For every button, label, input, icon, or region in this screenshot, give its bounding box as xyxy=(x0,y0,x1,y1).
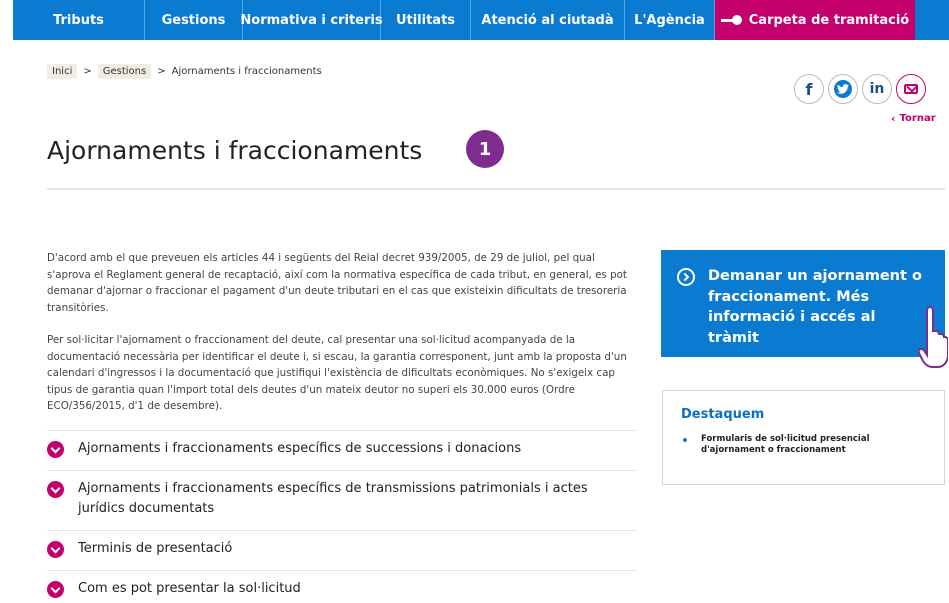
nav-label: Normativa i criteris xyxy=(240,12,383,28)
accordion-label: Ajornaments i fraccionaments específics … xyxy=(78,481,588,516)
nav-label: Tributs xyxy=(53,12,104,28)
nav-item-carpeta[interactable]: Carpeta de tramitació xyxy=(715,0,915,40)
nav-item-utilitats[interactable]: Utilitats xyxy=(381,0,471,40)
nav-label: Carpeta de tramitació xyxy=(748,12,910,28)
accordion-item-com-presentar[interactable]: Com es pot presentar la sol·licitud xyxy=(47,570,637,603)
chevron-right-circle-icon xyxy=(677,268,695,286)
chevron-left-icon: ‹ xyxy=(891,112,896,125)
breadcrumb: Inici > Gestions > Ajornaments i fraccio… xyxy=(47,64,322,79)
breadcrumb-separator: > xyxy=(83,66,92,77)
nav-item-agencia[interactable]: L'Agència xyxy=(625,0,715,40)
back-link-label: Tornar xyxy=(899,113,936,124)
twitter-bird-glyph xyxy=(837,84,849,94)
nav-item-tributs[interactable]: Tributs xyxy=(13,0,145,40)
accordion-label: Terminis de presentació xyxy=(78,541,233,556)
breadcrumb-separator: > xyxy=(157,66,166,77)
nav-label: L'Agència xyxy=(634,12,705,28)
social-share: f in xyxy=(794,74,926,104)
email-share-button[interactable] xyxy=(896,74,926,104)
twitter-icon xyxy=(834,80,852,98)
highlights-title: Destaquem xyxy=(681,407,765,422)
nav-item-normativa[interactable]: Normativa i criteris xyxy=(240,0,383,40)
nav-item-gestions[interactable]: Gestions xyxy=(145,0,243,40)
main-nav: Tributs Gestions Normativa i criteris Ut… xyxy=(13,0,949,40)
step-badge: 1 xyxy=(466,130,504,168)
page-title: Ajornaments i fraccionaments xyxy=(47,136,423,165)
linkedin-share-button[interactable]: in xyxy=(862,74,892,104)
accordion-item-terminis[interactable]: Terminis de presentació xyxy=(47,530,637,570)
requirements-paragraph: Per sol·licitar l'ajornament o fracciona… xyxy=(47,334,627,412)
accordion-label: Com es pot presentar la sol·licitud xyxy=(78,581,301,596)
nav-label: Gestions xyxy=(161,12,226,28)
accordion: Ajornaments i fraccionaments específics … xyxy=(47,430,637,603)
nav-label: Utilitats xyxy=(395,12,456,28)
facebook-icon: f xyxy=(805,79,813,99)
twitter-share-button[interactable] xyxy=(828,74,858,104)
breadcrumb-home[interactable]: Inici xyxy=(47,64,78,79)
facebook-share-button[interactable]: f xyxy=(794,74,824,104)
cta-label: Demanar un ajornament o fraccionament. M… xyxy=(708,268,922,346)
highlights-item[interactable]: Formularis de sol·licitud presencial d'a… xyxy=(681,434,926,456)
intro-paragraph: D'acord amb el que preveuen els articles… xyxy=(47,252,627,314)
accordion-item-successions[interactable]: Ajornaments i fraccionaments específics … xyxy=(47,430,637,470)
highlights-item-label: Formularis de sol·licitud presencial d'a… xyxy=(701,434,870,455)
accordion-label: Ajornaments i fraccionaments específics … xyxy=(78,441,522,456)
request-deferral-button[interactable]: Demanar un ajornament o fraccionament. M… xyxy=(661,250,945,357)
key-icon xyxy=(720,15,742,25)
nav-label: Atenció al ciutadà xyxy=(481,12,614,28)
linkedin-icon: in xyxy=(869,81,885,97)
accordion-item-transmissions[interactable]: Ajornaments i fraccionaments específics … xyxy=(47,470,637,530)
nav-item-atencio[interactable]: Atenció al ciutadà xyxy=(471,0,625,40)
chevron-down-icon xyxy=(47,581,64,598)
chevron-down-icon xyxy=(47,481,64,498)
breadcrumb-gestions[interactable]: Gestions xyxy=(97,64,152,79)
hand-pointer-icon xyxy=(918,305,948,368)
title-divider xyxy=(47,188,945,190)
mail-icon xyxy=(904,80,918,98)
chevron-down-icon xyxy=(47,441,64,458)
chevron-down-icon xyxy=(47,541,64,558)
breadcrumb-current: Ajornaments i fraccionaments xyxy=(171,66,322,77)
highlights-box: Destaquem Formularis de sol·licitud pres… xyxy=(662,390,945,485)
bullet-icon xyxy=(683,438,687,442)
back-link[interactable]: ‹ Tornar xyxy=(891,112,936,125)
